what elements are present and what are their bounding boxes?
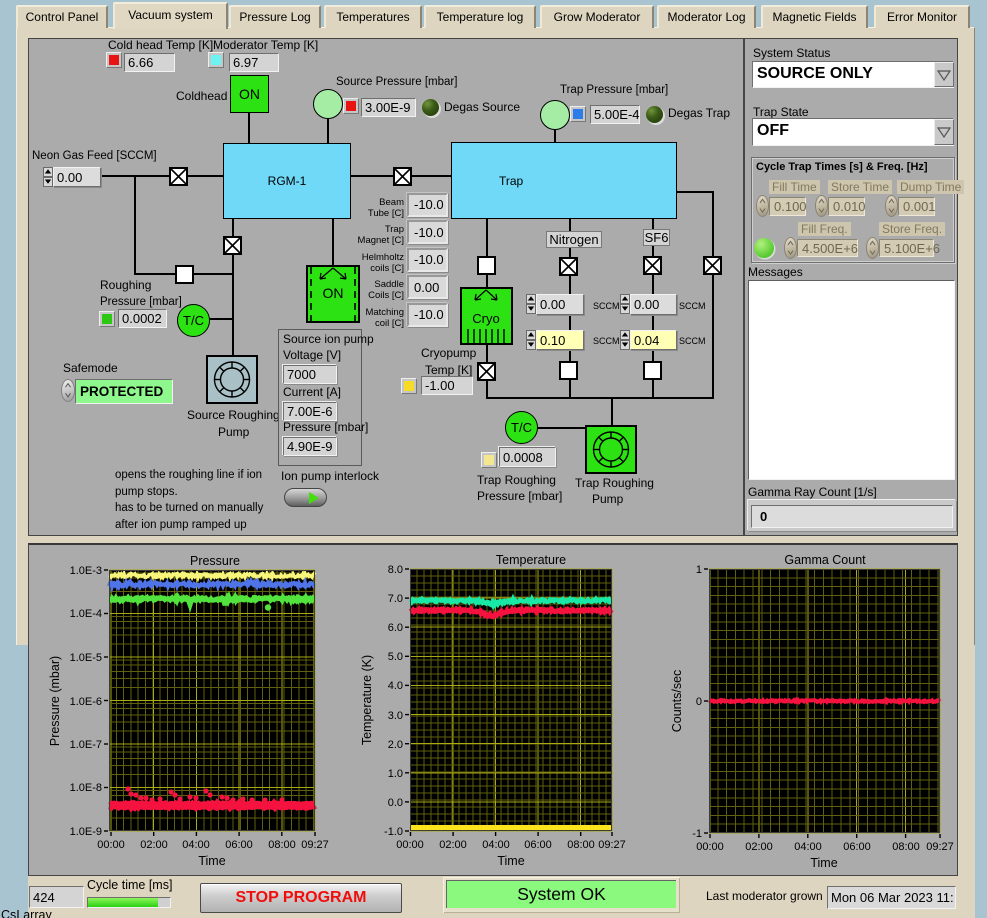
svg-text:02:00: 02:00 bbox=[745, 841, 773, 853]
svg-text:2.0: 2.0 bbox=[388, 739, 403, 751]
svg-text:Cryo: Cryo bbox=[472, 311, 499, 326]
svg-text:Time: Time bbox=[810, 856, 837, 870]
svg-text:1.0E-6: 1.0E-6 bbox=[70, 696, 102, 708]
svg-text:Gamma Count: Gamma Count bbox=[784, 553, 866, 567]
svg-text:Time: Time bbox=[497, 854, 524, 868]
svg-text:04:00: 04:00 bbox=[482, 839, 510, 851]
svg-text:02:00: 02:00 bbox=[439, 839, 467, 851]
svg-text:08:00: 08:00 bbox=[567, 839, 595, 851]
svg-text:00:00: 00:00 bbox=[97, 839, 125, 851]
svg-text:4.0: 4.0 bbox=[388, 680, 403, 692]
svg-text:0.0: 0.0 bbox=[388, 797, 403, 809]
svg-text:1.0E-4: 1.0E-4 bbox=[70, 608, 102, 620]
svg-text:1.0E-8: 1.0E-8 bbox=[70, 782, 102, 794]
svg-text:09:27: 09:27 bbox=[926, 841, 954, 853]
svg-text:-1.0: -1.0 bbox=[384, 826, 403, 838]
svg-text:06:00: 06:00 bbox=[524, 839, 552, 851]
svg-text:Pressure: Pressure bbox=[190, 554, 240, 568]
svg-text:09:27: 09:27 bbox=[301, 839, 329, 851]
svg-text:00:00: 00:00 bbox=[696, 841, 724, 853]
svg-text:6.0: 6.0 bbox=[388, 622, 403, 634]
svg-text:7.0: 7.0 bbox=[388, 593, 403, 605]
svg-text:1.0E-3: 1.0E-3 bbox=[70, 565, 102, 577]
svg-text:1.0E-7: 1.0E-7 bbox=[70, 739, 102, 751]
svg-text:8.0: 8.0 bbox=[388, 564, 403, 576]
svg-text:-1: -1 bbox=[692, 828, 702, 840]
svg-text:06:00: 06:00 bbox=[225, 839, 253, 851]
svg-text:5.0: 5.0 bbox=[388, 651, 403, 663]
svg-text:Counts/sec: Counts/sec bbox=[670, 670, 684, 733]
svg-text:Temperature (K): Temperature (K) bbox=[360, 655, 374, 745]
svg-text:00:00: 00:00 bbox=[396, 839, 424, 851]
svg-text:1.0E-5: 1.0E-5 bbox=[70, 652, 102, 664]
svg-text:08:00: 08:00 bbox=[268, 839, 296, 851]
svg-text:04:00: 04:00 bbox=[182, 839, 210, 851]
svg-text:06:00: 06:00 bbox=[843, 841, 871, 853]
svg-text:1.0E-9: 1.0E-9 bbox=[70, 826, 102, 838]
svg-text:04:00: 04:00 bbox=[794, 841, 822, 853]
svg-text:02:00: 02:00 bbox=[140, 839, 168, 851]
svg-text:1: 1 bbox=[696, 564, 702, 576]
svg-text:09:27: 09:27 bbox=[598, 839, 626, 851]
svg-text:08:00: 08:00 bbox=[892, 841, 920, 853]
svg-text:Temperature: Temperature bbox=[496, 553, 566, 567]
svg-text:Pressure (mbar): Pressure (mbar) bbox=[48, 656, 62, 746]
svg-text:0: 0 bbox=[696, 696, 702, 708]
svg-text:Time: Time bbox=[198, 854, 225, 868]
svg-text:3.0: 3.0 bbox=[388, 710, 403, 722]
svg-text:1.0: 1.0 bbox=[388, 768, 403, 780]
